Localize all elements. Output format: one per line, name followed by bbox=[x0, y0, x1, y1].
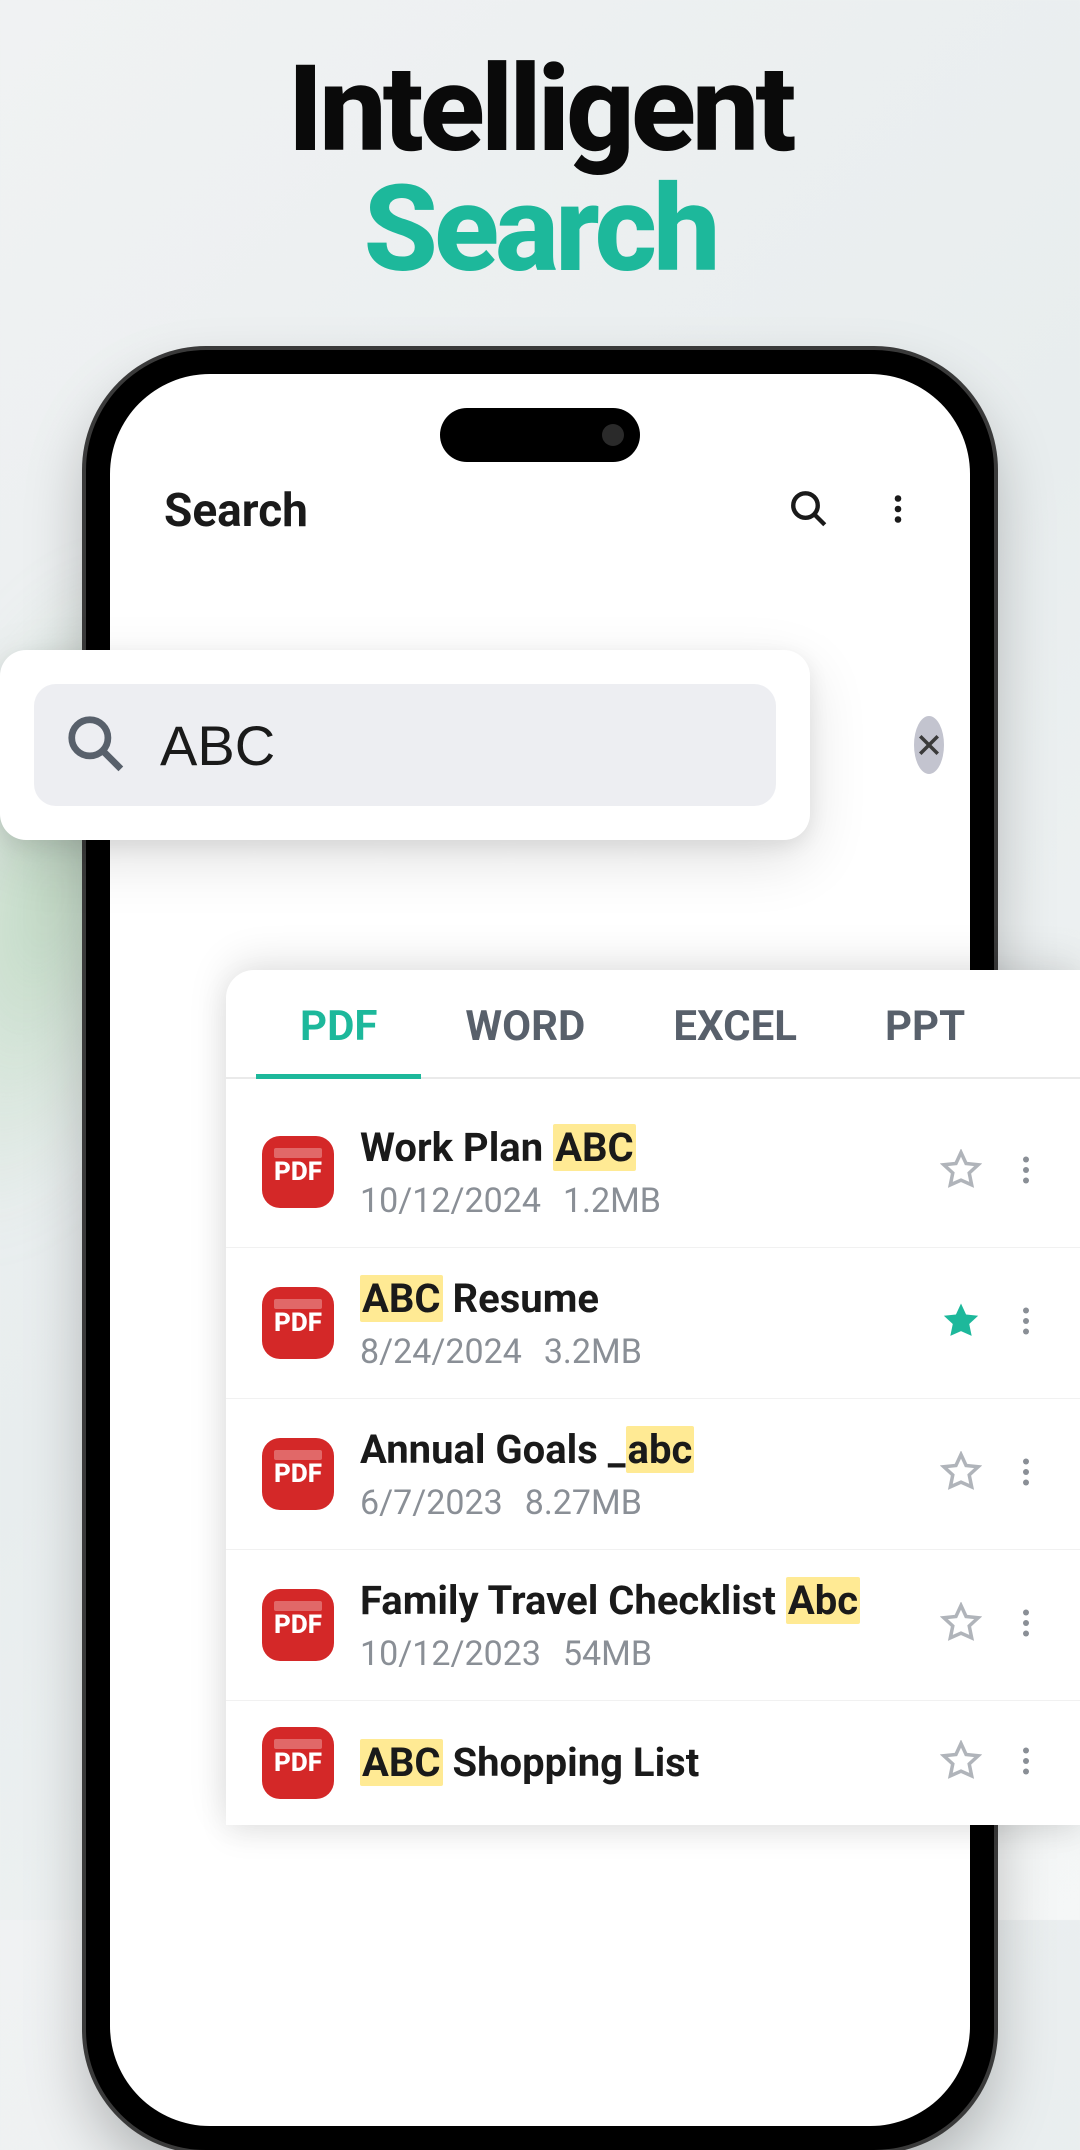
more-options-icon[interactable] bbox=[1008, 1303, 1044, 1343]
result-item[interactable]: PDF Family Travel Checklist Abc 10/12/2023… bbox=[226, 1550, 1080, 1701]
tab-ppt[interactable]: PPT bbox=[841, 970, 1009, 1077]
result-title: Family Travel Checklist Abc bbox=[360, 1576, 914, 1626]
more-options-icon[interactable] bbox=[1008, 1605, 1044, 1645]
pdf-file-icon: PDF bbox=[262, 1438, 334, 1510]
result-title: ABC Shopping List bbox=[360, 1738, 914, 1788]
tab-pdf[interactable]: PDF bbox=[256, 970, 421, 1077]
pdf-file-icon: PDF bbox=[262, 1287, 334, 1359]
result-date: 10/12/2024 bbox=[360, 1181, 541, 1221]
pdf-file-icon: PDF bbox=[262, 1589, 334, 1661]
result-title: Work Plan ABC bbox=[360, 1123, 914, 1173]
star-outline-icon[interactable] bbox=[940, 1740, 982, 1786]
result-size: 3.2MB bbox=[544, 1332, 642, 1372]
result-date: 6/7/2023 bbox=[360, 1483, 503, 1523]
result-title: Annual Goals _abc bbox=[360, 1425, 914, 1475]
search-input-wrap[interactable] bbox=[34, 684, 776, 806]
result-date: 10/12/2023 bbox=[360, 1634, 541, 1674]
hero-line1: Intelligent bbox=[0, 50, 1080, 170]
star-outline-icon[interactable] bbox=[940, 1149, 982, 1195]
result-item[interactable]: PDF Work Plan ABC 10/12/2024 1.2MB bbox=[226, 1097, 1080, 1248]
tab-excel[interactable]: EXCEL bbox=[629, 970, 841, 1077]
search-highlight: ABC bbox=[360, 1739, 443, 1786]
search-highlight: Abc bbox=[786, 1577, 860, 1624]
result-item[interactable]: PDF ABC Resume 8/24/2024 3.2MB bbox=[226, 1248, 1080, 1399]
search-highlight: ABC bbox=[360, 1275, 443, 1322]
search-highlight: ABC bbox=[553, 1124, 636, 1171]
result-item[interactable]: PDF ABC Shopping List bbox=[226, 1701, 1080, 1825]
pdf-file-icon: PDF bbox=[262, 1727, 334, 1799]
more-options-icon[interactable] bbox=[1008, 1454, 1044, 1494]
dynamic-island bbox=[440, 408, 640, 462]
result-title: ABC Resume bbox=[360, 1274, 914, 1324]
result-size: 54MB bbox=[563, 1634, 652, 1674]
result-body: Annual Goals _abc 6/7/2023 8.27MB bbox=[360, 1425, 914, 1523]
hero-title: Intelligent Search bbox=[0, 50, 1080, 290]
search-card bbox=[0, 650, 810, 840]
file-type-tabs: PDFWORDEXCELPPT bbox=[226, 970, 1080, 1079]
result-meta: 8/24/2024 3.2MB bbox=[360, 1332, 914, 1372]
phone-header: Search bbox=[164, 484, 916, 538]
search-icon bbox=[64, 712, 126, 778]
clear-button[interactable] bbox=[914, 716, 944, 774]
results-panel: PDFWORDEXCELPPT PDFWork Plan ABC10/12/20… bbox=[226, 970, 1080, 1825]
result-meta: 10/12/2024 1.2MB bbox=[360, 1181, 914, 1221]
star-outline-icon[interactable] bbox=[940, 1451, 982, 1497]
search-icon[interactable] bbox=[788, 488, 830, 534]
result-body: Family Travel Checklist Abc 10/12/2023 54M… bbox=[360, 1576, 914, 1674]
more-icon[interactable] bbox=[880, 491, 916, 531]
result-size: 8.27MB bbox=[525, 1483, 642, 1523]
pdf-file-icon: PDF bbox=[262, 1136, 334, 1208]
more-options-icon[interactable] bbox=[1008, 1152, 1044, 1192]
star-filled-icon[interactable] bbox=[940, 1300, 982, 1346]
result-item[interactable]: PDF Annual Goals _abc 6/7/2023 8.27MB bbox=[226, 1399, 1080, 1550]
result-body: ABC Shopping List bbox=[360, 1738, 914, 1788]
result-list: PDF Work Plan ABC 10/12/2024 1.2MB PDF ABC Re… bbox=[226, 1079, 1080, 1825]
result-date: 8/24/2024 bbox=[360, 1332, 522, 1372]
page-title: Search bbox=[164, 484, 308, 538]
search-input[interactable] bbox=[160, 713, 880, 778]
result-meta: 10/12/2023 54MB bbox=[360, 1634, 914, 1674]
more-options-icon[interactable] bbox=[1008, 1743, 1044, 1783]
hero-line2: Search bbox=[0, 170, 1080, 290]
tab-word[interactable]: WORD bbox=[421, 970, 629, 1077]
result-meta: 6/7/2023 8.27MB bbox=[360, 1483, 914, 1523]
result-size: 1.2MB bbox=[563, 1181, 661, 1221]
result-body: ABC Resume 8/24/2024 3.2MB bbox=[360, 1274, 914, 1372]
search-highlight: abc bbox=[626, 1426, 695, 1473]
star-outline-icon[interactable] bbox=[940, 1602, 982, 1648]
result-body: Work Plan ABC 10/12/2024 1.2MB bbox=[360, 1123, 914, 1221]
